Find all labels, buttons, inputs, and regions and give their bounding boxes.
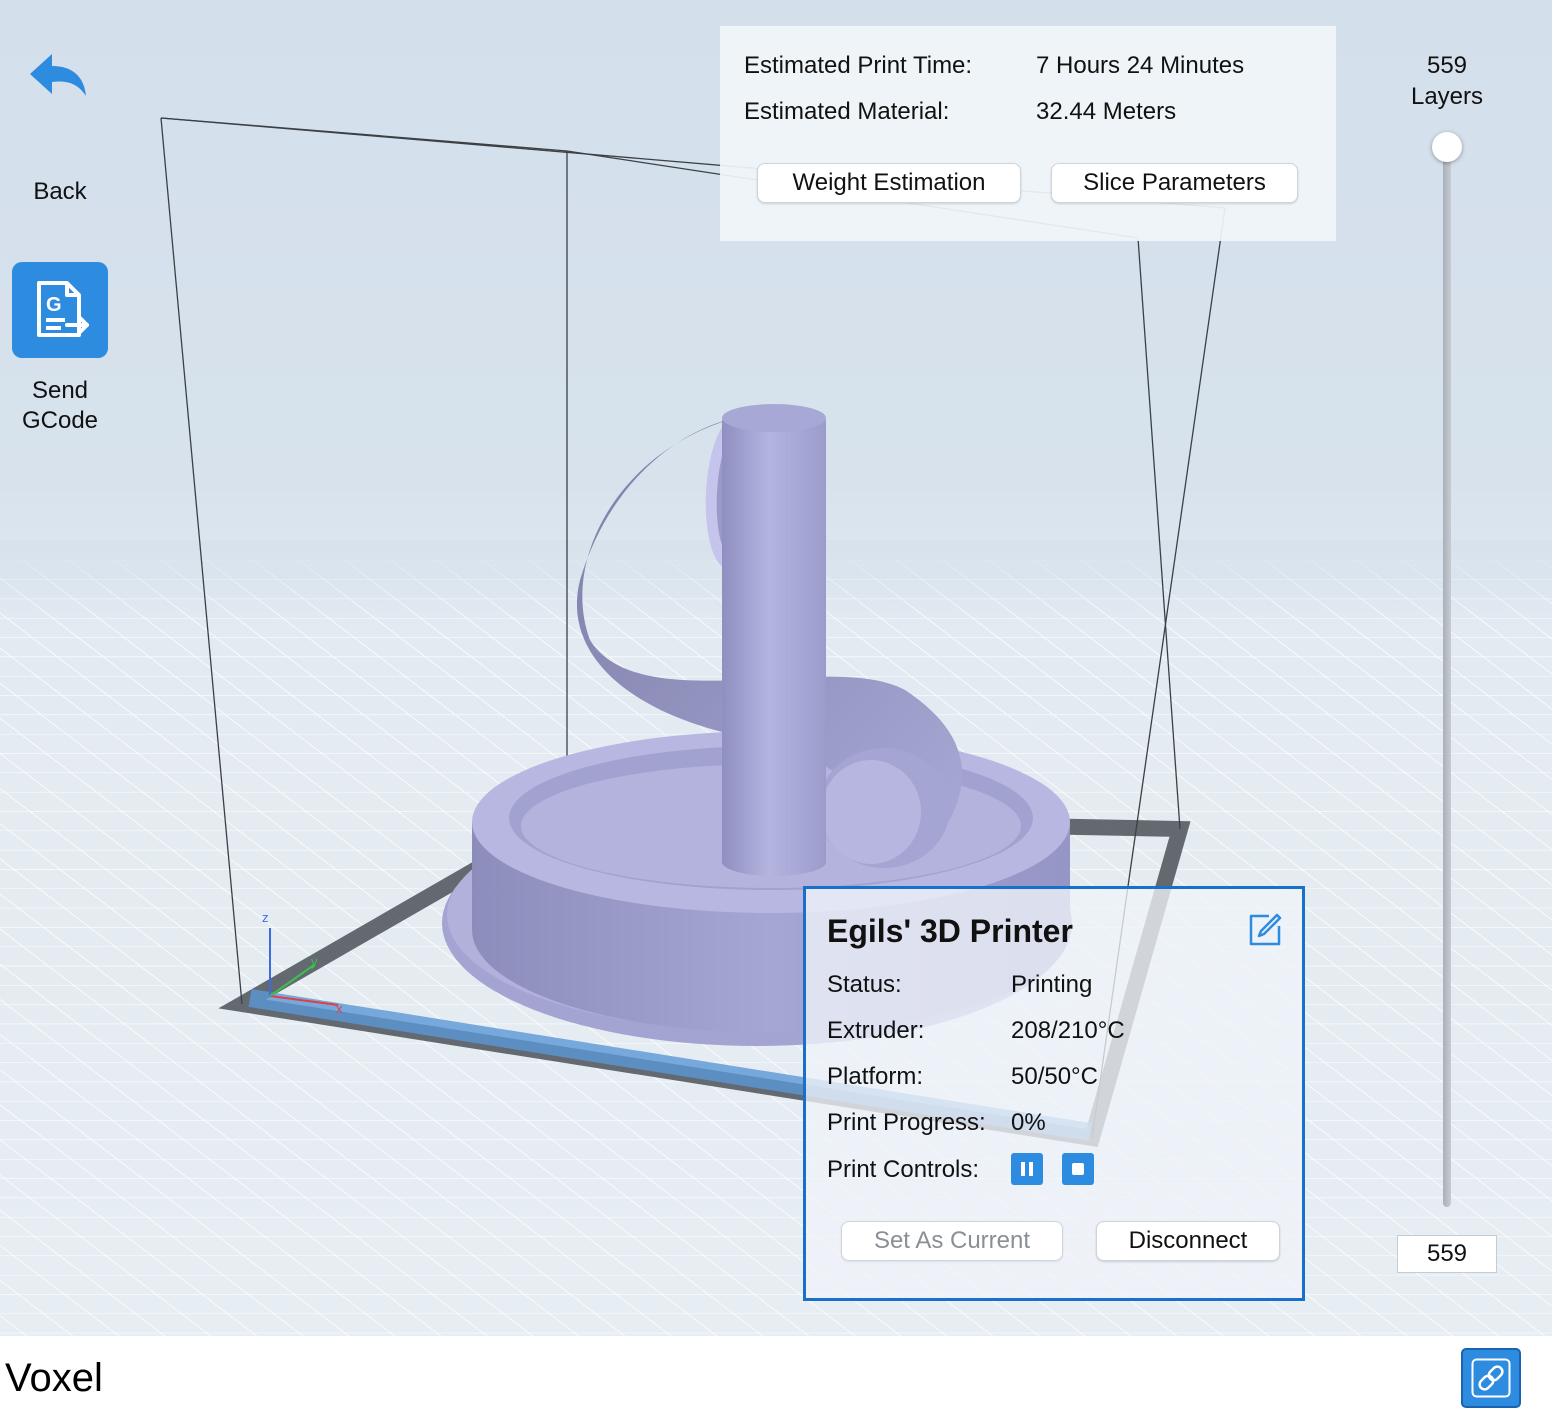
status-label: Status: — [827, 971, 902, 998]
app-window: z x y Back G Send GCode Estimated Print … — [0, 0, 1552, 1410]
set-as-current-button[interactable]: Set As Current — [841, 1221, 1063, 1261]
material-value: 32.44 Meters — [1036, 98, 1177, 125]
platform-value: 50/50°C — [1011, 1063, 1098, 1090]
back-button[interactable]: Back — [10, 40, 110, 206]
disconnect-button[interactable]: Disconnect — [1096, 1221, 1280, 1261]
layer-input[interactable] — [1397, 1235, 1497, 1273]
back-label: Back — [33, 178, 87, 205]
svg-text:y: y — [311, 954, 318, 969]
layer-slider-thumb[interactable] — [1432, 132, 1462, 162]
weight-estimation-button[interactable]: Weight Estimation — [757, 163, 1021, 203]
send-gcode-label: Send GCode — [10, 376, 110, 436]
status-value: Printing — [1011, 971, 1093, 998]
progress-value: 0% — [1011, 1109, 1046, 1136]
bottom-bar: Voxel — [0, 1336, 1552, 1410]
stop-button[interactable] — [1062, 1153, 1094, 1185]
printer-name: Egils' 3D Printer — [827, 913, 1073, 949]
send-gcode-label-line2: GCode — [21, 407, 99, 434]
controls-label: Print Controls: — [827, 1156, 980, 1183]
extruder-label: Extruder: — [827, 1017, 925, 1044]
pause-icon — [1021, 1162, 1033, 1176]
layer-counter: 559 Layers — [1397, 50, 1497, 112]
material-label: Estimated Material: — [744, 98, 950, 125]
stop-icon — [1072, 1163, 1084, 1175]
progress-label: Print Progress: — [827, 1109, 986, 1136]
app-name: Voxel — [5, 1356, 103, 1400]
printer-panel: Egils' 3D Printer Status: Printing Extru… — [803, 886, 1305, 1301]
slice-parameters-button[interactable]: Slice Parameters — [1051, 163, 1298, 203]
extruder-value: 208/210°C — [1011, 1017, 1125, 1044]
svg-text:G: G — [46, 294, 62, 316]
layer-unit: Layers — [1410, 83, 1484, 110]
svg-text:z: z — [262, 910, 269, 925]
print-time-value: 7 Hours 24 Minutes — [1036, 52, 1245, 79]
link-button[interactable] — [1461, 1348, 1521, 1408]
3d-viewport[interactable]: z x y Back G Send GCode Estimated Print … — [0, 0, 1552, 1336]
platform-label: Platform: — [827, 1063, 924, 1090]
pause-button[interactable] — [1011, 1153, 1043, 1185]
estimate-panel: Estimated Print Time: 7 Hours 24 Minutes… — [720, 26, 1336, 241]
svg-text:x: x — [336, 1001, 343, 1016]
send-gcode-label-line1: Send — [31, 377, 89, 404]
gcode-document-icon: G — [12, 262, 108, 358]
layer-count: 559 — [1426, 52, 1468, 79]
link-icon — [1471, 1358, 1511, 1398]
print-time-label: Estimated Print Time: — [744, 52, 973, 79]
undo-arrow-icon — [10, 40, 110, 110]
edit-icon[interactable] — [1247, 912, 1283, 948]
send-gcode-button[interactable]: G Send GCode — [10, 262, 110, 436]
layer-slider-track[interactable] — [1443, 145, 1451, 1207]
